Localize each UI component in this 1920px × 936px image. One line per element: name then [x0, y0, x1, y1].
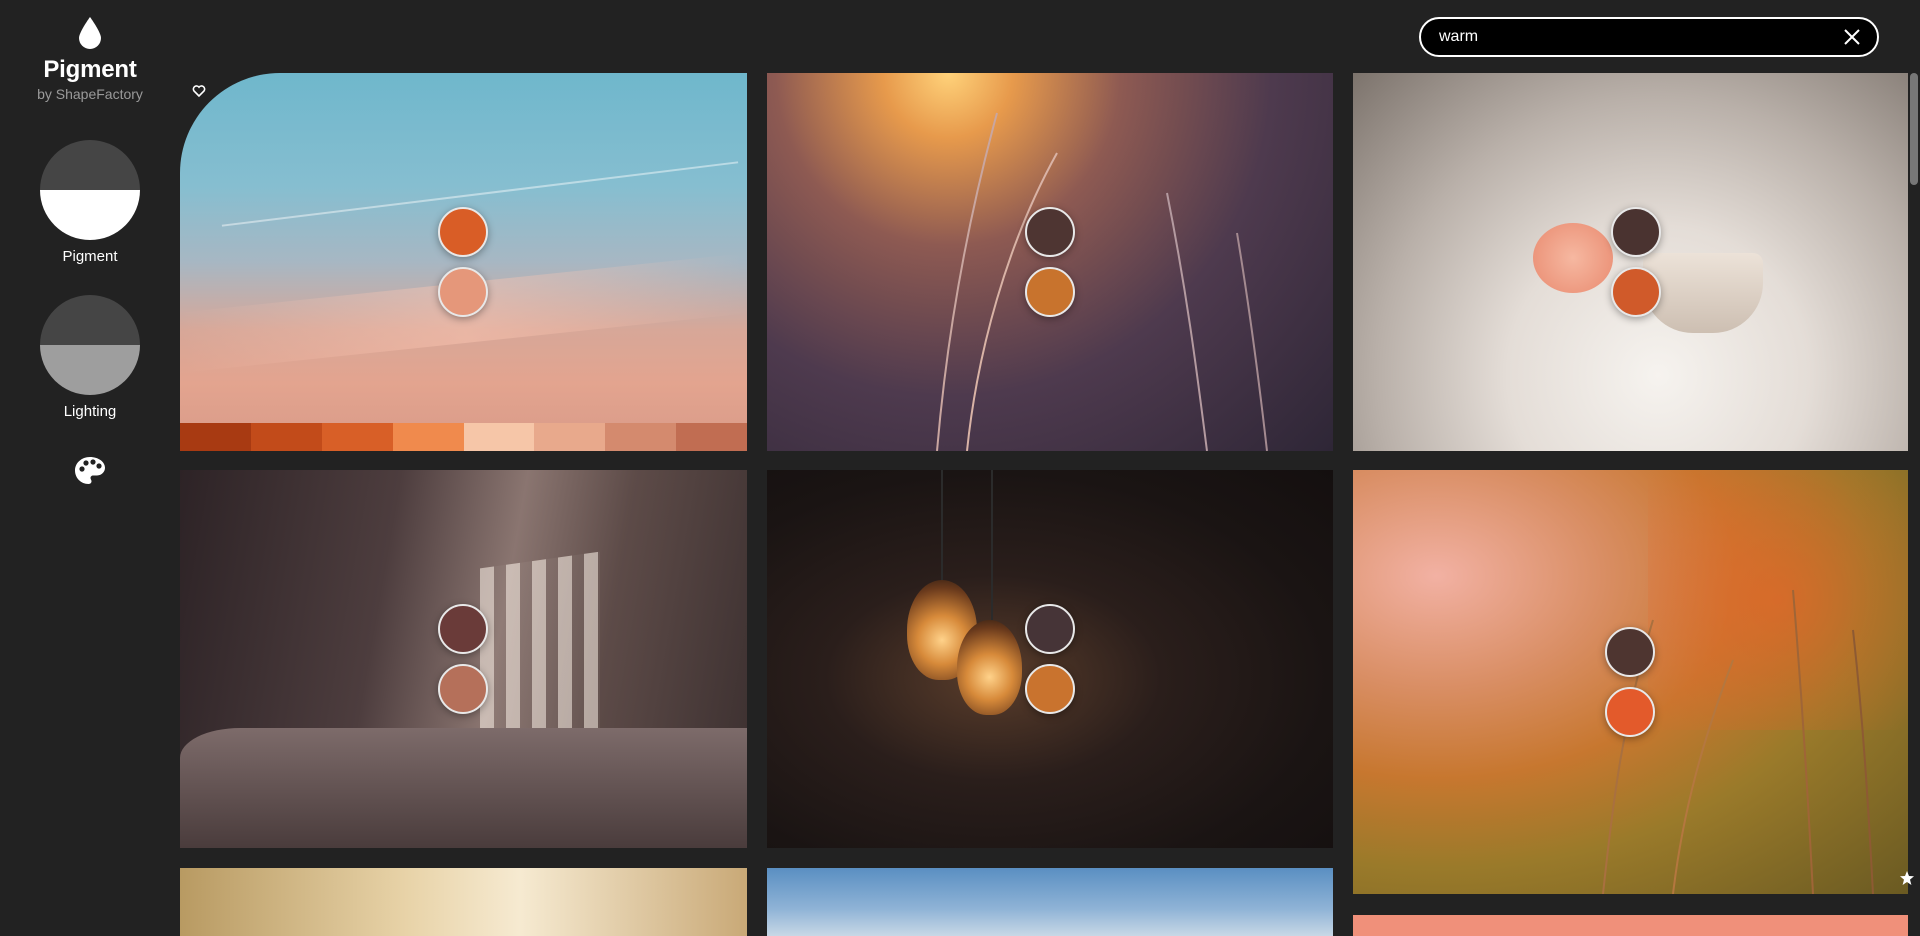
bulb-right: [957, 620, 1022, 715]
palette-card-2[interactable]: [767, 73, 1333, 451]
swatch-primary[interactable]: [438, 207, 488, 257]
palette-strip: [180, 423, 747, 451]
heart-icon[interactable]: [192, 84, 206, 98]
app-logo[interactable]: Pigment by ShapeFactory: [0, 16, 180, 102]
star-icon[interactable]: [1899, 870, 1915, 886]
mode-pigment-button[interactable]: Pigment: [0, 140, 180, 265]
sidebar: Pigment by ShapeFactory Pigment Lighting: [0, 0, 180, 936]
search-box: [1419, 17, 1879, 57]
palette-icon[interactable]: [73, 454, 107, 488]
swatch-primary[interactable]: [1605, 627, 1655, 677]
strip-color-4[interactable]: [392, 423, 464, 451]
mode-lighting-button[interactable]: Lighting: [0, 295, 180, 420]
palette-card-8[interactable]: [767, 868, 1333, 936]
strip-color-3[interactable]: [321, 423, 393, 451]
strip-color-1[interactable]: [180, 423, 251, 451]
strip-color-2[interactable]: [250, 423, 322, 451]
drop-icon: [79, 17, 101, 49]
swatch-secondary[interactable]: [1025, 267, 1075, 317]
scrollbar-thumb[interactable]: [1910, 73, 1918, 185]
grass-illustration: [936, 112, 1268, 451]
palette-card-4[interactable]: [180, 470, 747, 848]
grass-illustration: [1602, 589, 1874, 894]
palette-card-6[interactable]: [1353, 470, 1908, 894]
lighting-mode-disc: [40, 295, 140, 395]
swatch-secondary[interactable]: [1611, 267, 1661, 317]
app-name: Pigment: [43, 56, 137, 83]
close-icon[interactable]: [1841, 26, 1863, 48]
swatch-primary[interactable]: [438, 604, 488, 654]
pigment-mode-disc: [40, 140, 140, 240]
swatch-secondary[interactable]: [438, 664, 488, 714]
swatch-primary[interactable]: [1611, 207, 1661, 257]
palette-card-9[interactable]: [1353, 915, 1908, 936]
strip-color-5[interactable]: [463, 423, 535, 451]
strip-color-8[interactable]: [676, 423, 747, 451]
palette-card-1[interactable]: [180, 73, 747, 451]
swatch-primary[interactable]: [1025, 207, 1075, 257]
strip-color-6[interactable]: [534, 423, 606, 451]
swatch-secondary[interactable]: [1025, 664, 1075, 714]
swatch-secondary[interactable]: [1605, 687, 1655, 737]
swatch-secondary[interactable]: [438, 267, 488, 317]
palette-card-7[interactable]: [180, 868, 747, 936]
strip-color-7[interactable]: [605, 423, 677, 451]
mode-lighting-label: Lighting: [63, 403, 117, 420]
search-input[interactable]: [1439, 28, 1841, 46]
app-byline: by ShapeFactory: [37, 86, 143, 102]
palette-card-5[interactable]: [767, 470, 1333, 848]
mode-pigment-label: Pigment: [62, 248, 118, 265]
swatch-primary[interactable]: [1025, 604, 1075, 654]
palette-card-3[interactable]: [1353, 73, 1908, 451]
